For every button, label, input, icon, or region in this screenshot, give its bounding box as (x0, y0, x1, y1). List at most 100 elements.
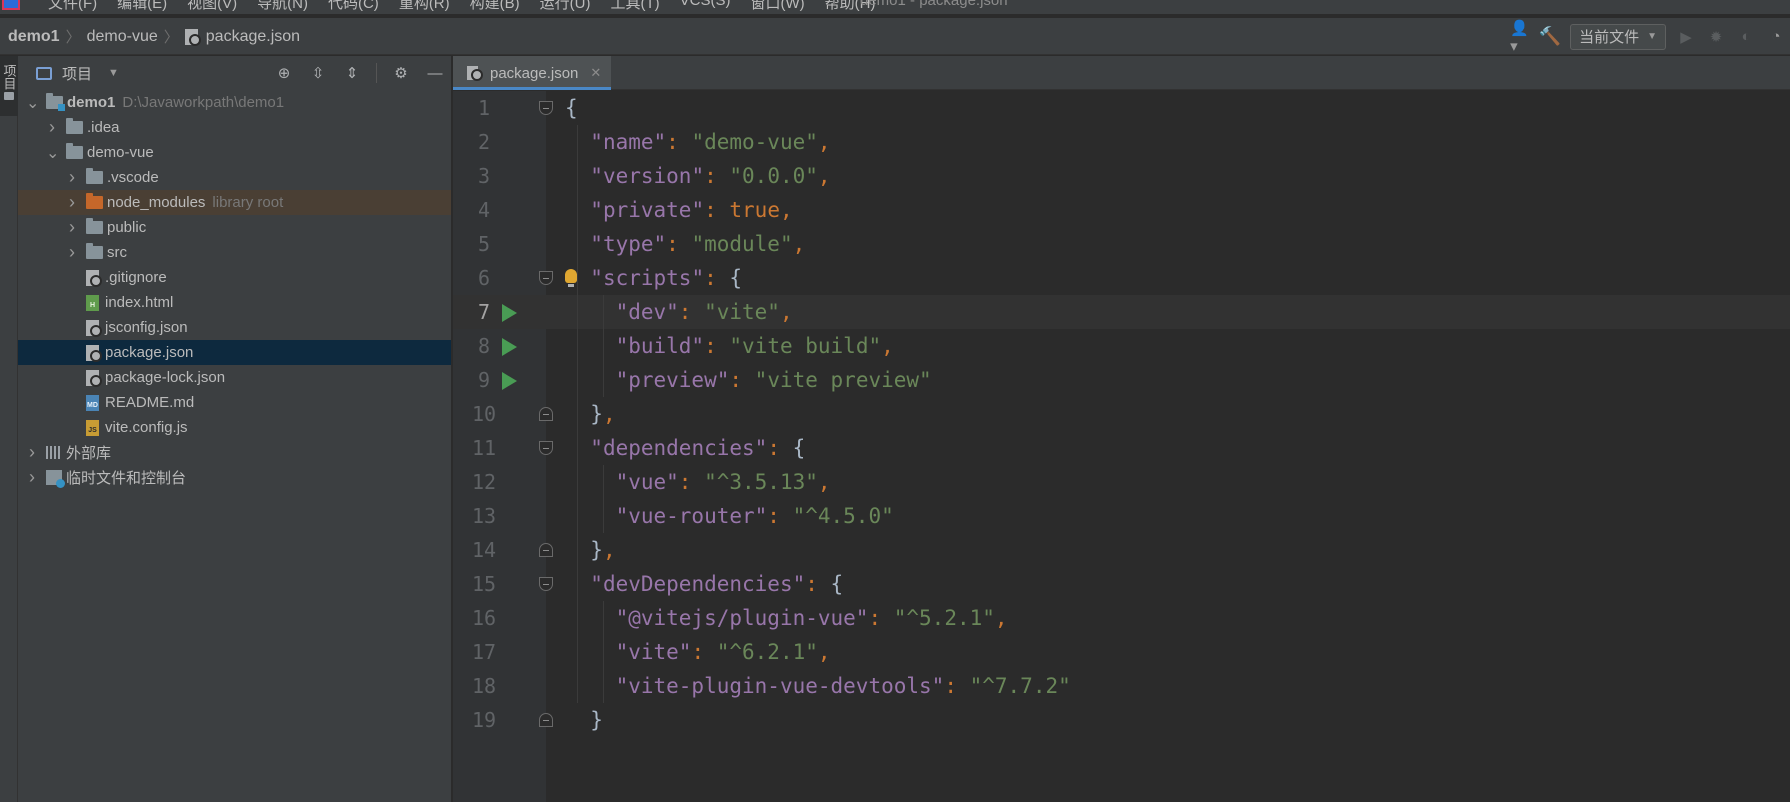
tree-item[interactable]: ⌄ demo1 D:\Javaworkpath\demo1 (18, 90, 451, 115)
hide-panel-icon[interactable]: — (425, 63, 445, 83)
tree-item-label: demo1 (67, 94, 116, 111)
close-icon[interactable]: ✕ (590, 65, 601, 81)
menu-item[interactable]: 编辑(E) (117, 0, 167, 13)
tree-item[interactable]: › 外部库 (18, 440, 451, 465)
chevron-down-icon[interactable]: ▼ (108, 67, 119, 79)
coverage-icon[interactable]: ◐ (1736, 27, 1756, 47)
code-line[interactable]: 1{ (453, 91, 1790, 125)
code-token: : (729, 368, 755, 392)
code-editor[interactable]: 1{2 "name": "demo-vue", 3 "version": "0.0… (453, 91, 1790, 802)
run-configuration-select[interactable]: 当前文件 ▼ (1570, 23, 1666, 50)
tree-item[interactable]: ›jsconfig.json (18, 315, 451, 340)
locate-file-icon[interactable]: ⊕ (274, 63, 294, 83)
profiler-icon[interactable]: ◔ (1766, 27, 1786, 47)
tree-item[interactable]: › 临时文件和控制台 (18, 465, 451, 490)
code-token: true (729, 198, 780, 222)
line-number: 1 (477, 96, 491, 120)
chevron-down-icon[interactable]: ⌄ (26, 93, 39, 113)
menu-item[interactable]: 窗口(W) (750, 0, 804, 13)
code-token: "vite build" (729, 334, 882, 358)
code-line[interactable]: 18 "vite-plugin-vue-devtools": "^7.7.2" (453, 669, 1790, 703)
tree-item[interactable]: › .idea (18, 115, 451, 140)
tree-item[interactable]: › public (18, 215, 451, 240)
code-line[interactable]: 8 "build": "vite build", (453, 329, 1790, 363)
tree-item[interactable]: ›JSvite.config.js (18, 415, 451, 440)
fold-end-icon[interactable] (539, 543, 553, 557)
run-script-icon[interactable] (502, 372, 517, 390)
code-line[interactable]: 19 } (453, 703, 1790, 737)
menu-item[interactable]: 代码(C) (328, 0, 379, 13)
menu-item[interactable]: VCS(S) (680, 0, 731, 13)
chevron-right-icon[interactable]: › (66, 192, 78, 213)
chevron-right-icon[interactable]: › (26, 442, 38, 463)
code-line[interactable]: 4 "private": true, (453, 193, 1790, 227)
run-script-icon[interactable] (502, 304, 517, 322)
code-line[interactable]: 10 }, (453, 397, 1790, 431)
breadcrumb-project[interactable]: demo1 (8, 28, 60, 46)
tree-item-label: 临时文件和控制台 (66, 470, 187, 487)
tab-package-json[interactable]: package.json ✕ (453, 56, 611, 90)
tree-item[interactable]: ⌄ demo-vue (18, 140, 451, 165)
chevron-right-icon[interactable]: › (46, 117, 58, 138)
menu-item[interactable]: 工具(T) (610, 0, 659, 13)
code-text: }, (565, 533, 615, 567)
tree-item[interactable]: ›package-lock.json (18, 365, 451, 390)
code-line[interactable]: 9 "preview": "vite preview" (453, 363, 1790, 397)
code-line[interactable]: 7 "dev": "vite", (453, 295, 1790, 329)
code-line[interactable]: 5 "type": "module", (453, 227, 1790, 261)
tree-item-label: .gitignore (105, 269, 167, 286)
code-line[interactable]: 14 }, (453, 533, 1790, 567)
code-line[interactable]: 6 "scripts": { (453, 261, 1790, 295)
menu-item[interactable]: 重构(R) (399, 0, 450, 13)
menu-item[interactable]: 导航(N) (257, 0, 308, 13)
menu-item[interactable]: 运行(U) (540, 0, 591, 13)
code-line[interactable]: 15 "devDependencies": { (453, 567, 1790, 601)
tree-item[interactable]: › node_modules library root (18, 190, 451, 215)
fold-collapse-icon[interactable] (539, 271, 553, 285)
code-line[interactable]: 3 "version": "0.0.0", (453, 159, 1790, 193)
tree-item[interactable]: › .vscode (18, 165, 451, 190)
collapse-all-icon[interactable]: ⇕ (342, 63, 362, 83)
menu-item[interactable]: 文件(F) (48, 0, 97, 13)
chevron-down-icon[interactable]: ⌄ (46, 143, 59, 163)
run-icon[interactable]: ▶ (1676, 27, 1696, 47)
tree-item[interactable]: › src (18, 240, 451, 265)
gear-icon[interactable]: ⚙ (391, 63, 411, 83)
debug-icon[interactable]: ✹ (1706, 27, 1726, 47)
menu-item[interactable]: 构建(B) (470, 0, 520, 13)
code-line[interactable]: 12 "vue": "^3.5.13", (453, 465, 1790, 499)
fold-collapse-icon[interactable] (539, 577, 553, 591)
code-text: "vite": "^6.2.1", (565, 635, 831, 669)
project-tool-window-button[interactable]: 项目 (0, 56, 18, 116)
user-icon[interactable]: 👤▾ (1510, 20, 1530, 55)
run-script-icon[interactable] (502, 338, 517, 356)
fold-collapse-icon[interactable] (539, 441, 553, 455)
breadcrumb-folder[interactable]: demo-vue (87, 28, 158, 46)
build-hammer-icon[interactable]: 🔨 (1539, 26, 1561, 47)
tree-item[interactable]: ›.gitignore (18, 265, 451, 290)
chevron-right-icon[interactable]: › (66, 242, 78, 263)
chevron-right-icon[interactable]: › (66, 167, 78, 188)
code-line[interactable]: 2 "name": "demo-vue", (453, 125, 1790, 159)
breadcrumb-file[interactable]: package.json (206, 28, 300, 46)
chevron-right-icon[interactable]: › (66, 217, 78, 238)
tree-item[interactable]: ›Hindex.html (18, 290, 451, 315)
tree-item[interactable]: ›MDREADME.md (18, 390, 451, 415)
code-line[interactable]: 16 "@vitejs/plugin-vue": "^5.2.1", (453, 601, 1790, 635)
fold-collapse-icon[interactable] (539, 101, 553, 115)
project-panel-title[interactable]: 项目 (62, 63, 92, 84)
json-file-icon (184, 28, 201, 46)
fold-end-icon[interactable] (539, 713, 553, 727)
menu-item[interactable]: 视图(V) (187, 0, 237, 13)
expand-all-icon[interactable]: ⇳ (308, 63, 328, 83)
code-line[interactable]: 17 "vite": "^6.2.1", (453, 635, 1790, 669)
menu-bar: 文件(F) 编辑(E) 视图(V) 导航(N) 代码(C) 重构(R) 构建(B) 运行(U)… (0, 0, 1790, 14)
code-line[interactable]: 11 "dependencies": { (453, 431, 1790, 465)
fold-end-icon[interactable] (539, 407, 553, 421)
code-token: : (666, 232, 692, 256)
code-line[interactable]: 13 "vue-router": "^4.5.0" (453, 499, 1790, 533)
tree-item[interactable]: ›package.json (18, 340, 451, 365)
chevron-right-icon[interactable]: › (26, 467, 38, 488)
